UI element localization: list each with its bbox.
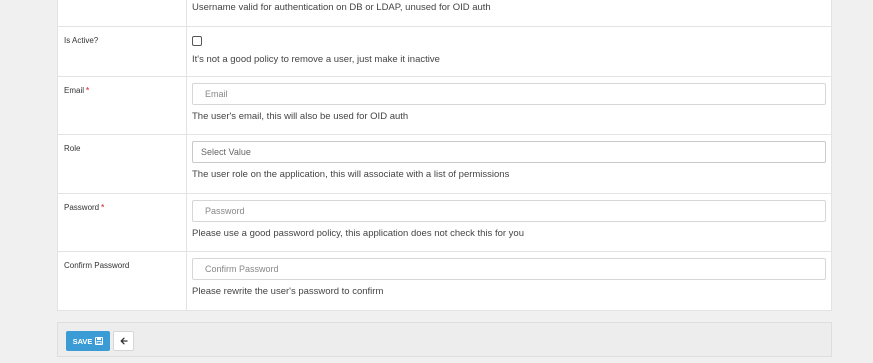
password-help-text: Please use a good password policy, this …: [192, 228, 524, 239]
email-value-cell: Email The user's email, this will also b…: [187, 77, 831, 134]
email-field[interactable]: Email: [192, 83, 826, 105]
active-label-text: Is Active?: [64, 36, 99, 45]
role-label-text: Role: [64, 144, 81, 153]
save-button[interactable]: SAVE: [66, 331, 110, 351]
username-help-text: Username valid for authentication on DB …: [192, 2, 491, 13]
email-row: Email * Email The user's email, this will…: [58, 77, 831, 135]
active-value-cell: It's not a good policy to remove a user,…: [187, 27, 831, 76]
confirm-password-value-cell: Confirm Password Please rewrite the user…: [187, 252, 831, 310]
confirm-password-row: Confirm Password Confirm Password Please…: [58, 252, 831, 310]
user-form-table: Username valid for authentication on DB …: [57, 0, 832, 311]
form-actions-bar: SAVE: [57, 322, 832, 357]
email-help-text: The user's email, this will also be used…: [192, 111, 409, 122]
password-label-text: Password: [64, 203, 100, 212]
active-label: Is Active?: [58, 27, 187, 76]
username-label-cell: [58, 0, 187, 26]
confirm-password-help-text: Please rewrite the user's password to co…: [192, 286, 384, 297]
password-row: Password * Password Please use a good pas…: [58, 194, 831, 252]
password-required-mark: *: [101, 203, 105, 212]
role-help-text: The user role on the application, this w…: [192, 169, 510, 180]
confirm-password-label: Confirm Password: [58, 252, 187, 310]
active-checkbox[interactable]: [192, 36, 202, 46]
role-row: Role Select Value The user role on the a…: [58, 135, 831, 194]
active-help-text: It's not a good policy to remove a user,…: [192, 54, 440, 65]
back-button[interactable]: [113, 331, 134, 351]
confirm-password-field[interactable]: Confirm Password: [192, 258, 826, 280]
floppy-disk-icon: [95, 337, 104, 345]
active-row: Is Active? It's not a good policy to rem…: [58, 27, 831, 77]
email-label: Email *: [58, 77, 187, 134]
email-required-mark: *: [86, 86, 90, 95]
arrow-left-icon: [120, 332, 128, 350]
role-label: Role: [58, 135, 187, 193]
role-select[interactable]: Select Value: [192, 141, 826, 163]
username-value-cell: Username valid for authentication on DB …: [187, 0, 831, 26]
password-label: Password *: [58, 194, 187, 251]
password-field[interactable]: Password: [192, 200, 826, 222]
confirm-password-label-text: Confirm Password: [64, 261, 130, 270]
email-label-text: Email: [64, 86, 85, 95]
user-form-page: Username valid for authentication on DB …: [0, 0, 873, 363]
password-value-cell: Password Please use a good password poli…: [187, 194, 831, 251]
username-row: Username valid for authentication on DB …: [58, 0, 831, 27]
save-button-label: SAVE: [72, 336, 93, 346]
role-value-cell: Select Value The user role on the applic…: [187, 135, 831, 193]
